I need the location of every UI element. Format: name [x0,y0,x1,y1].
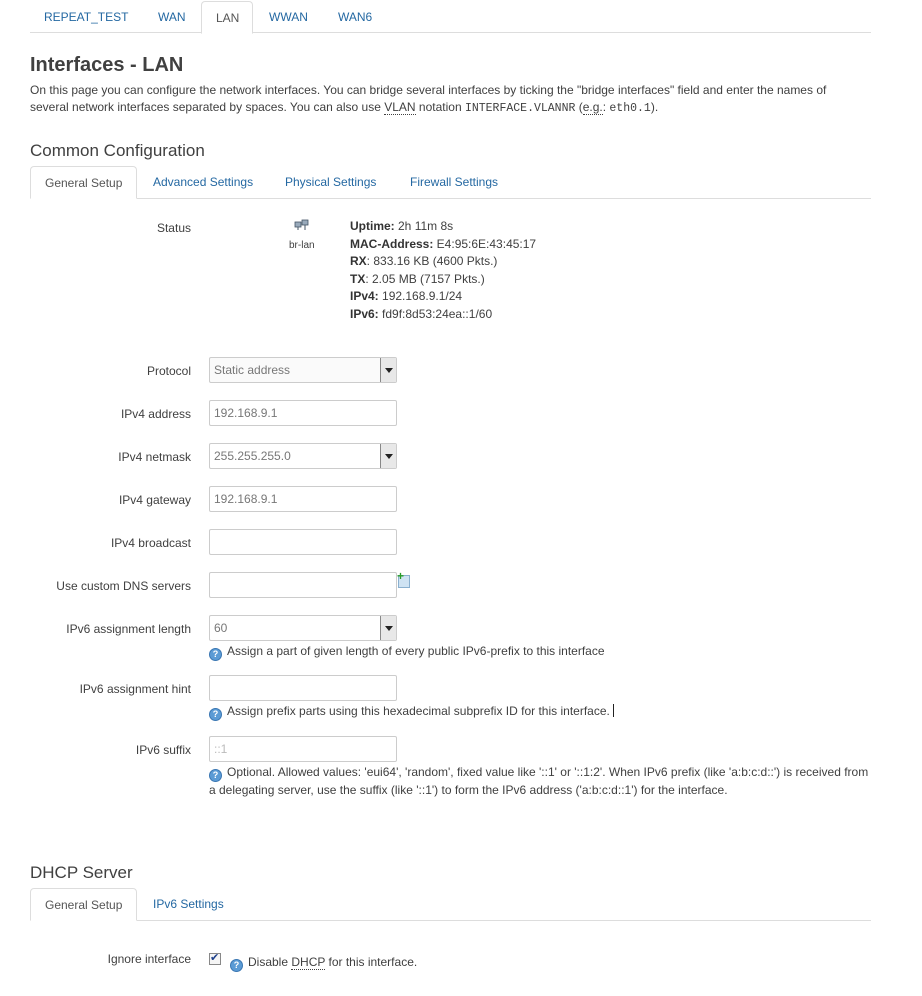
ipv4-address-label: IPv4 address [120,407,191,421]
hint-text: for this interface. [325,955,418,969]
tab-wan6[interactable]: WAN6 [324,1,386,33]
tab-general-setup[interactable]: General Setup [30,166,138,199]
eg-abbr: e.g. [582,99,603,115]
vlan-abbr: VLAN [384,99,416,115]
hint-line-2: a delegating server, use the suffix (lik… [209,783,728,797]
status-tx: TX: 2.05 MB (7157 Pkts.) [350,271,485,286]
common-config-tabs: General Setup Advanced Settings Physical… [30,166,871,199]
dhcp-tabs: General Setup IPv6 Settings [30,888,871,921]
help-icon: ? [230,959,243,972]
code-eth0-1: eth0.1 [609,101,651,115]
ipv6-hint-input[interactable] [209,675,397,701]
tab-firewall-settings[interactable]: Firewall Settings [396,166,512,198]
chevron-down-icon[interactable] [380,444,396,468]
tab-physical-settings[interactable]: Physical Settings [271,166,390,198]
tab-dhcp-general-setup[interactable]: General Setup [30,888,138,921]
ipv6-hint-label: IPv6 assignment hint [79,682,191,696]
hint-text: Assign a part of given length of every p… [227,644,605,658]
dhcp-server-title: DHCP Server [30,863,133,882]
status-mac: MAC-Address: E4:95:6E:43:45:17 [350,236,537,251]
desc-text: ( [575,99,583,114]
ipv6-suffix-hint: ? Optional. Allowed values: 'eui64', 'ran… [209,764,874,799]
desc-text: ). [650,99,659,114]
help-icon: ? [209,708,222,721]
ignore-interface-hint: ? Disable DHCP for this interface. [230,954,417,972]
status-ipv6: IPv6: fd9f:8d53:24ea::1/60 [350,306,493,321]
hint-text: Assign prefix parts using this hexadecim… [227,704,610,718]
network-bridge-icon [294,219,309,230]
ipv4-netmask-select[interactable]: 255.255.255.0 [209,443,397,469]
ipv6-suffix-input[interactable]: ::1 [209,736,397,762]
add-entry-icon[interactable] [397,569,410,588]
ipv6-length-label: IPv6 assignment length [66,622,191,636]
common-config-title: Common Configuration [30,141,205,160]
ipv4-netmask-label: IPv4 netmask [118,450,191,464]
ipv6-length-value: 60 [214,621,228,635]
interface-name: br-lan [289,240,315,251]
help-icon: ? [209,769,222,782]
ipv4-gateway-input[interactable]: 192.168.9.1 [209,486,397,512]
help-icon: ? [209,648,222,661]
status-uptime: Uptime: 2h 11m 8s [350,219,454,233]
status-ipv4: IPv4: 192.168.9.1/24 [350,289,463,303]
protocol-value: Static address [214,363,291,377]
chevron-down-icon[interactable] [380,616,396,640]
page-title: Interfaces - LAN [30,54,184,76]
ipv6-suffix-label: IPv6 suffix [135,743,191,757]
chevron-down-icon[interactable] [380,358,396,382]
ipv4-gateway-label: IPv4 gateway [118,493,191,507]
ipv4-netmask-value: 255.255.255.0 [214,449,291,463]
page-description: On this page you can configure the netwo… [30,82,860,117]
hint-text: Optional. Allowed values: 'eui64', 'rand… [227,765,869,779]
status-label: Status [156,221,191,235]
ipv6-hint-help: ? Assign prefix parts using this hexadeci… [209,703,614,721]
hint-text: Disable [248,955,292,969]
status-details: Uptime: 2h 11m 8s MAC-Address: E4:95:6E:… [350,218,536,323]
protocol-select[interactable]: Static address [209,357,397,383]
tab-repeat-test[interactable]: REPEAT_TEST [30,1,142,33]
dns-servers-label: Use custom DNS servers [56,579,191,593]
ipv4-broadcast-label: IPv4 broadcast [110,536,191,550]
dns-servers-input[interactable] [209,572,397,598]
ipv4-address-input[interactable]: 192.168.9.1 [209,400,397,426]
tab-wan[interactable]: WAN [144,1,200,33]
interface-tabs: REPEAT_TEST WAN LAN WWAN WAN6 [30,0,871,34]
hint-line-1: ? Optional. Allowed values: 'eui64', 'ran… [209,764,874,782]
desc-text: notation [415,99,465,114]
text-cursor [612,704,614,717]
ipv4-broadcast-input[interactable] [209,529,397,555]
dhcp-abbr: DHCP [291,955,326,970]
ipv6-length-select[interactable]: 60 [209,615,397,641]
protocol-label: Protocol [146,364,191,378]
code-interface-vlannr: INTERFACE.VLANNR [464,101,576,115]
ignore-interface-checkbox[interactable] [209,951,221,965]
tab-ipv6-settings[interactable]: IPv6 Settings [139,888,238,920]
tab-lan[interactable]: LAN [201,1,253,34]
tab-advanced-settings[interactable]: Advanced Settings [139,166,267,198]
status-rx: RX: 833.16 KB (4600 Pkts.) [350,254,498,268]
ignore-interface-label: Ignore interface [107,952,191,966]
ipv6-length-hint: ? Assign a part of given length of every … [209,643,605,661]
tab-wwan[interactable]: WWAN [255,1,322,33]
